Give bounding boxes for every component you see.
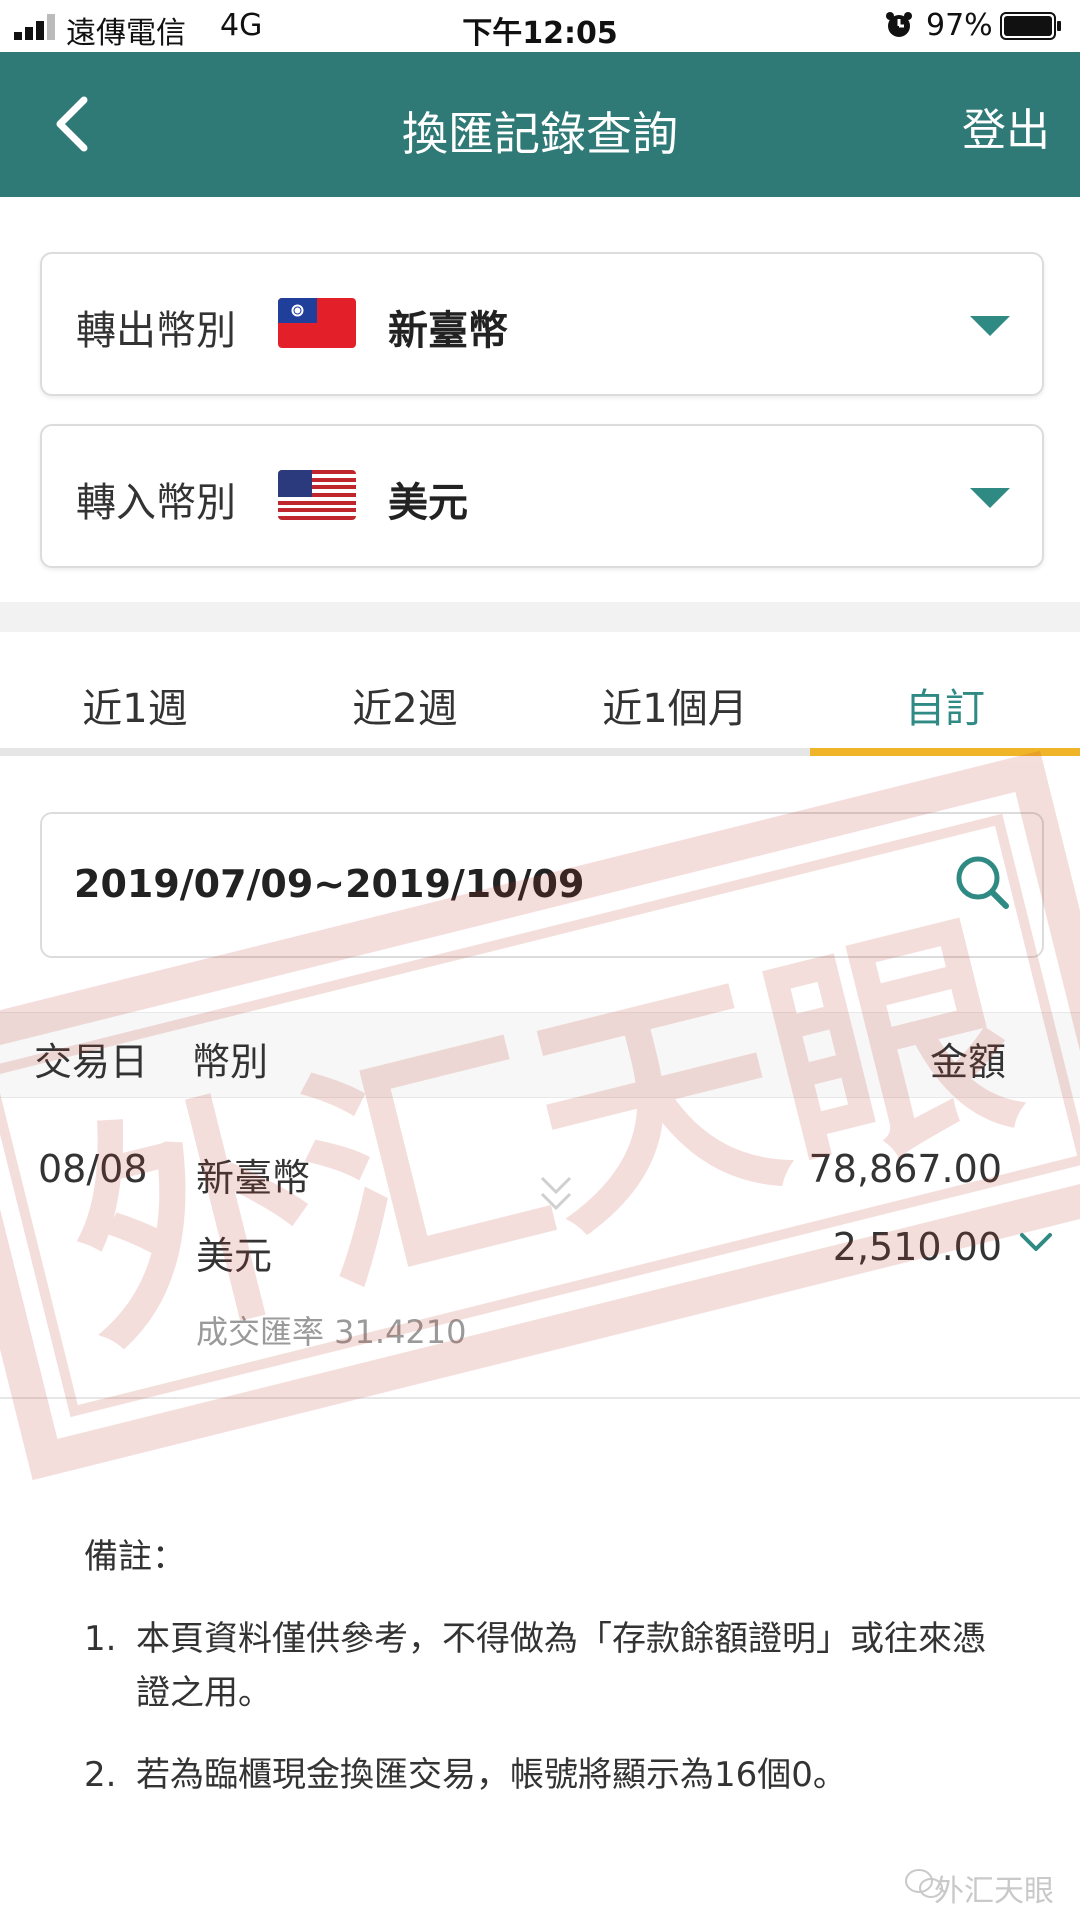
chevron-down-icon[interactable]: [1018, 1229, 1054, 1255]
notes-section: 備註： 1. 本頁資料僅供參考，不得做為「存款餘額證明」或往來憑證之用。 2. …: [84, 1530, 1004, 1802]
double-chevron-down-icon: [540, 1176, 572, 1211]
note-number: 2.: [84, 1755, 117, 1795]
note-number: 1.: [84, 1619, 117, 1659]
page-title: 換匯記錄查詢: [402, 107, 678, 161]
from-currency-select[interactable]: 轉出幣別 新臺幣: [40, 252, 1044, 396]
to-currency-label: 轉入幣別: [76, 480, 236, 526]
notes-title: 備註：: [84, 1537, 186, 1577]
period-tabs: 近1週 近2週 近1個月 自訂: [0, 632, 1080, 756]
logout-button[interactable]: 登出: [962, 94, 1050, 158]
row-exchange-rate: 成交匯率 31.4210: [196, 1313, 467, 1351]
note-text: 本頁資料僅供參考，不得做為「存款餘額證明」或往來憑證之用。: [136, 1619, 986, 1713]
tab-custom[interactable]: 自訂: [810, 676, 1080, 734]
battery-percent: 97%: [926, 8, 993, 43]
corner-watermark-text: 外汇天眼: [934, 1874, 1054, 1909]
note-item: 1. 本頁資料僅供參考，不得做為「存款餘額證明」或往來憑證之用。: [84, 1612, 1004, 1720]
battery-icon: [1000, 12, 1061, 40]
taiwan-flag-icon: [278, 298, 356, 348]
header-amount: 金額: [929, 1040, 1006, 1084]
row-from-currency: 新臺幣: [196, 1156, 311, 1200]
section-divider: [0, 602, 1080, 632]
dropdown-caret-icon: [970, 488, 1010, 508]
row-from-amount: 78,867.00: [808, 1147, 1002, 1191]
search-icon[interactable]: [952, 852, 1012, 912]
table-row[interactable]: 08/08 新臺幣 78,867.00 美元 2,510.00 成交匯率 31.…: [0, 1097, 1080, 1399]
header-date: 交易日: [34, 1040, 149, 1084]
dropdown-caret-icon: [970, 316, 1010, 336]
row-date: 08/08: [38, 1147, 148, 1191]
from-currency-value: 新臺幣: [388, 308, 508, 354]
clock: 下午12:05: [462, 16, 618, 51]
table-header: 交易日 幣別 金額: [0, 1012, 1080, 1098]
date-range-value: 2019/07/09~2019/10/09: [74, 862, 585, 906]
from-currency-label: 轉出幣別: [76, 308, 236, 354]
app-header: 換匯記錄查詢 登出: [0, 52, 1080, 197]
row-to-currency: 美元: [196, 1234, 273, 1278]
tab-2-weeks[interactable]: 近2週: [270, 676, 540, 734]
status-bar: 遠傳電信 4G 下午12:05 97%: [0, 0, 1080, 52]
date-range-field[interactable]: 2019/07/09~2019/10/09: [40, 812, 1044, 958]
tab-1-month[interactable]: 近1個月: [540, 676, 810, 734]
alarm-icon: [886, 12, 912, 37]
row-to-amount: 2,510.00: [832, 1225, 1002, 1269]
us-flag-icon: [278, 470, 356, 520]
tab-1-week[interactable]: 近1週: [0, 676, 270, 734]
note-item: 2. 若為臨櫃現金換匯交易，帳號將顯示為16個0。: [84, 1748, 1004, 1802]
note-text: 若為臨櫃現金換匯交易，帳號將顯示為16個0。: [136, 1755, 847, 1795]
to-currency-value: 美元: [388, 480, 468, 526]
active-tab-indicator: [810, 748, 1080, 756]
to-currency-select[interactable]: 轉入幣別 美元: [40, 424, 1044, 568]
header-currency: 幣別: [192, 1040, 269, 1084]
